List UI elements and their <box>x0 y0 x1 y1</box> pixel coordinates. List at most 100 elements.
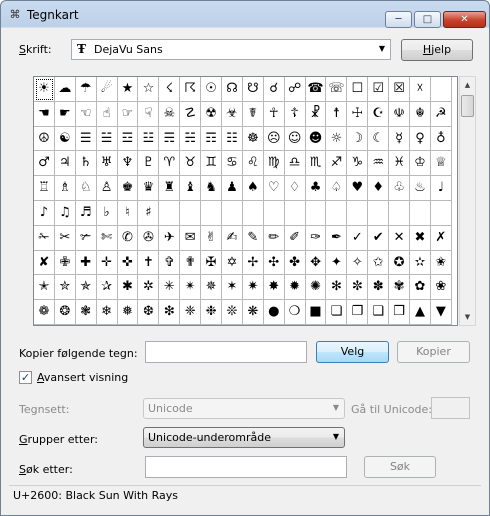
character-cell[interactable]: ♂ <box>34 151 55 177</box>
character-cell[interactable]: ❍ <box>284 300 306 325</box>
close-button[interactable]: ✕ <box>443 11 486 28</box>
grid-scrollbar[interactable]: ▲ ▼ <box>459 76 476 326</box>
character-cell[interactable]: ✝ <box>138 250 160 276</box>
character-cell[interactable]: ✦ <box>326 250 348 276</box>
character-cell[interactable] <box>389 200 411 226</box>
character-cell[interactable]: ☨ <box>326 101 348 127</box>
character-cell[interactable]: ☴ <box>159 126 181 152</box>
character-cell[interactable]: ❇ <box>159 300 181 325</box>
character-cell[interactable]: ☑ <box>368 77 390 102</box>
character-cell[interactable]: ♙ <box>96 176 118 201</box>
scroll-up-arrow-icon[interactable]: ▲ <box>460 77 475 93</box>
help-button[interactable]: Hjelp <box>401 39 473 61</box>
character-cell[interactable] <box>242 200 264 226</box>
character-cell[interactable]: ✭ <box>34 275 55 301</box>
minimize-button[interactable]: ─ <box>385 11 412 28</box>
character-cell[interactable]: ☇ <box>159 77 181 102</box>
character-cell[interactable]: ✕ <box>389 225 411 251</box>
character-cell[interactable]: ☱ <box>96 126 118 152</box>
character-cell[interactable]: ✚ <box>75 250 97 276</box>
character-cell[interactable] <box>222 200 243 226</box>
character-cell[interactable]: ☟ <box>138 101 160 127</box>
character-cell[interactable]: ✍ <box>222 225 243 251</box>
character-cell[interactable]: ❄ <box>96 300 118 325</box>
character-cell[interactable]: ☒ <box>389 77 411 102</box>
character-cell[interactable] <box>410 200 431 226</box>
character-cell[interactable]: ❋ <box>242 300 264 325</box>
character-cell[interactable]: ♮ <box>117 200 139 226</box>
character-cell[interactable]: ✼ <box>347 275 369 301</box>
character-cell[interactable]: ✓ <box>347 225 369 251</box>
character-cell[interactable]: ☞ <box>117 101 139 127</box>
character-cell[interactable]: ✂ <box>54 225 76 251</box>
character-cell[interactable]: ▼ <box>430 300 452 325</box>
character-cell[interactable]: ♅ <box>96 151 118 177</box>
character-cell[interactable]: ✧ <box>347 250 369 276</box>
character-cell[interactable]: ☜ <box>75 101 97 127</box>
character-cell[interactable]: ☆ <box>138 77 160 102</box>
character-cell[interactable]: ☼ <box>326 126 348 152</box>
maximize-button[interactable]: □ <box>414 11 441 28</box>
character-cell[interactable]: ☊ <box>222 77 243 102</box>
character-cell[interactable]: ✄ <box>96 225 118 251</box>
character-cell[interactable]: ▲ <box>410 300 431 325</box>
character-cell[interactable]: ☭ <box>430 101 452 127</box>
character-cell[interactable]: ☺ <box>284 126 306 152</box>
character-cell[interactable]: ✜ <box>117 250 139 276</box>
character-cell[interactable]: ❑ <box>368 300 390 325</box>
character-cell[interactable]: ☡ <box>180 101 202 127</box>
character-cell[interactable]: ☠ <box>159 101 181 127</box>
character-cell[interactable]: ☪ <box>368 101 390 127</box>
character-cell[interactable]: ✑ <box>305 225 327 251</box>
character-cell[interactable]: ☍ <box>284 77 306 102</box>
character-cell[interactable]: ✈ <box>159 225 181 251</box>
character-cell[interactable]: ♬ <box>75 200 97 226</box>
character-cell[interactable]: ☤ <box>242 101 264 127</box>
character-cell[interactable] <box>284 200 306 226</box>
advanced-view-checkbox[interactable]: ✓ <box>19 371 32 384</box>
character-cell[interactable]: ☋ <box>242 77 264 102</box>
character-cell[interactable]: ✠ <box>201 250 223 276</box>
character-cell[interactable]: ✳ <box>159 275 181 301</box>
character-cell[interactable]: ♯ <box>138 200 160 226</box>
character-cell[interactable]: ☮ <box>34 126 55 152</box>
character-cell[interactable]: ♐ <box>326 151 348 177</box>
character-cell[interactable]: ✹ <box>284 275 306 301</box>
character-cell[interactable] <box>263 200 285 226</box>
character-cell[interactable]: ☳ <box>138 126 160 152</box>
character-cell[interactable] <box>368 200 390 226</box>
character-cell[interactable]: ☐ <box>347 77 369 102</box>
character-cell[interactable]: ☸ <box>242 126 264 152</box>
character-cell[interactable]: ☲ <box>117 126 139 152</box>
character-cell[interactable]: ♥ <box>347 176 369 201</box>
character-cell[interactable]: ☽ <box>347 126 369 152</box>
character-cell[interactable]: ☯ <box>54 126 76 152</box>
character-cell[interactable]: ❈ <box>180 300 202 325</box>
character-cell[interactable]: ■ <box>305 300 327 325</box>
character-cell[interactable]: ✵ <box>201 275 223 301</box>
character-cell[interactable]: ❒ <box>389 300 411 325</box>
character-cell[interactable] <box>201 200 223 226</box>
character-cell[interactable] <box>430 77 452 102</box>
character-cell[interactable]: ♓ <box>389 151 411 177</box>
character-cell[interactable]: ☁ <box>54 77 76 102</box>
character-cell[interactable]: ✖ <box>410 225 431 251</box>
character-cell[interactable]: ❐ <box>347 300 369 325</box>
character-cell[interactable]: ♢ <box>284 176 306 201</box>
character-cell[interactable]: ✬ <box>430 250 452 276</box>
character-cell[interactable]: ♡ <box>263 176 285 201</box>
character-cell[interactable] <box>180 200 202 226</box>
character-cell[interactable]: ♦ <box>368 176 390 201</box>
character-cell[interactable]: ♗ <box>54 176 76 201</box>
character-cell[interactable]: ♫ <box>54 200 76 226</box>
character-cell[interactable]: ♟ <box>222 176 243 201</box>
character-cell[interactable]: ✷ <box>242 275 264 301</box>
character-cell[interactable]: ♖ <box>34 176 55 201</box>
character-cell[interactable]: ✯ <box>75 275 97 301</box>
character-cell[interactable]: ♣ <box>305 176 327 201</box>
character-cell[interactable]: ☻ <box>305 126 327 152</box>
character-cell[interactable]: ☰ <box>75 126 97 152</box>
character-cell[interactable]: ☓ <box>410 77 431 102</box>
character-cell[interactable]: ☦ <box>284 101 306 127</box>
character-cell[interactable]: ♨ <box>410 176 431 201</box>
